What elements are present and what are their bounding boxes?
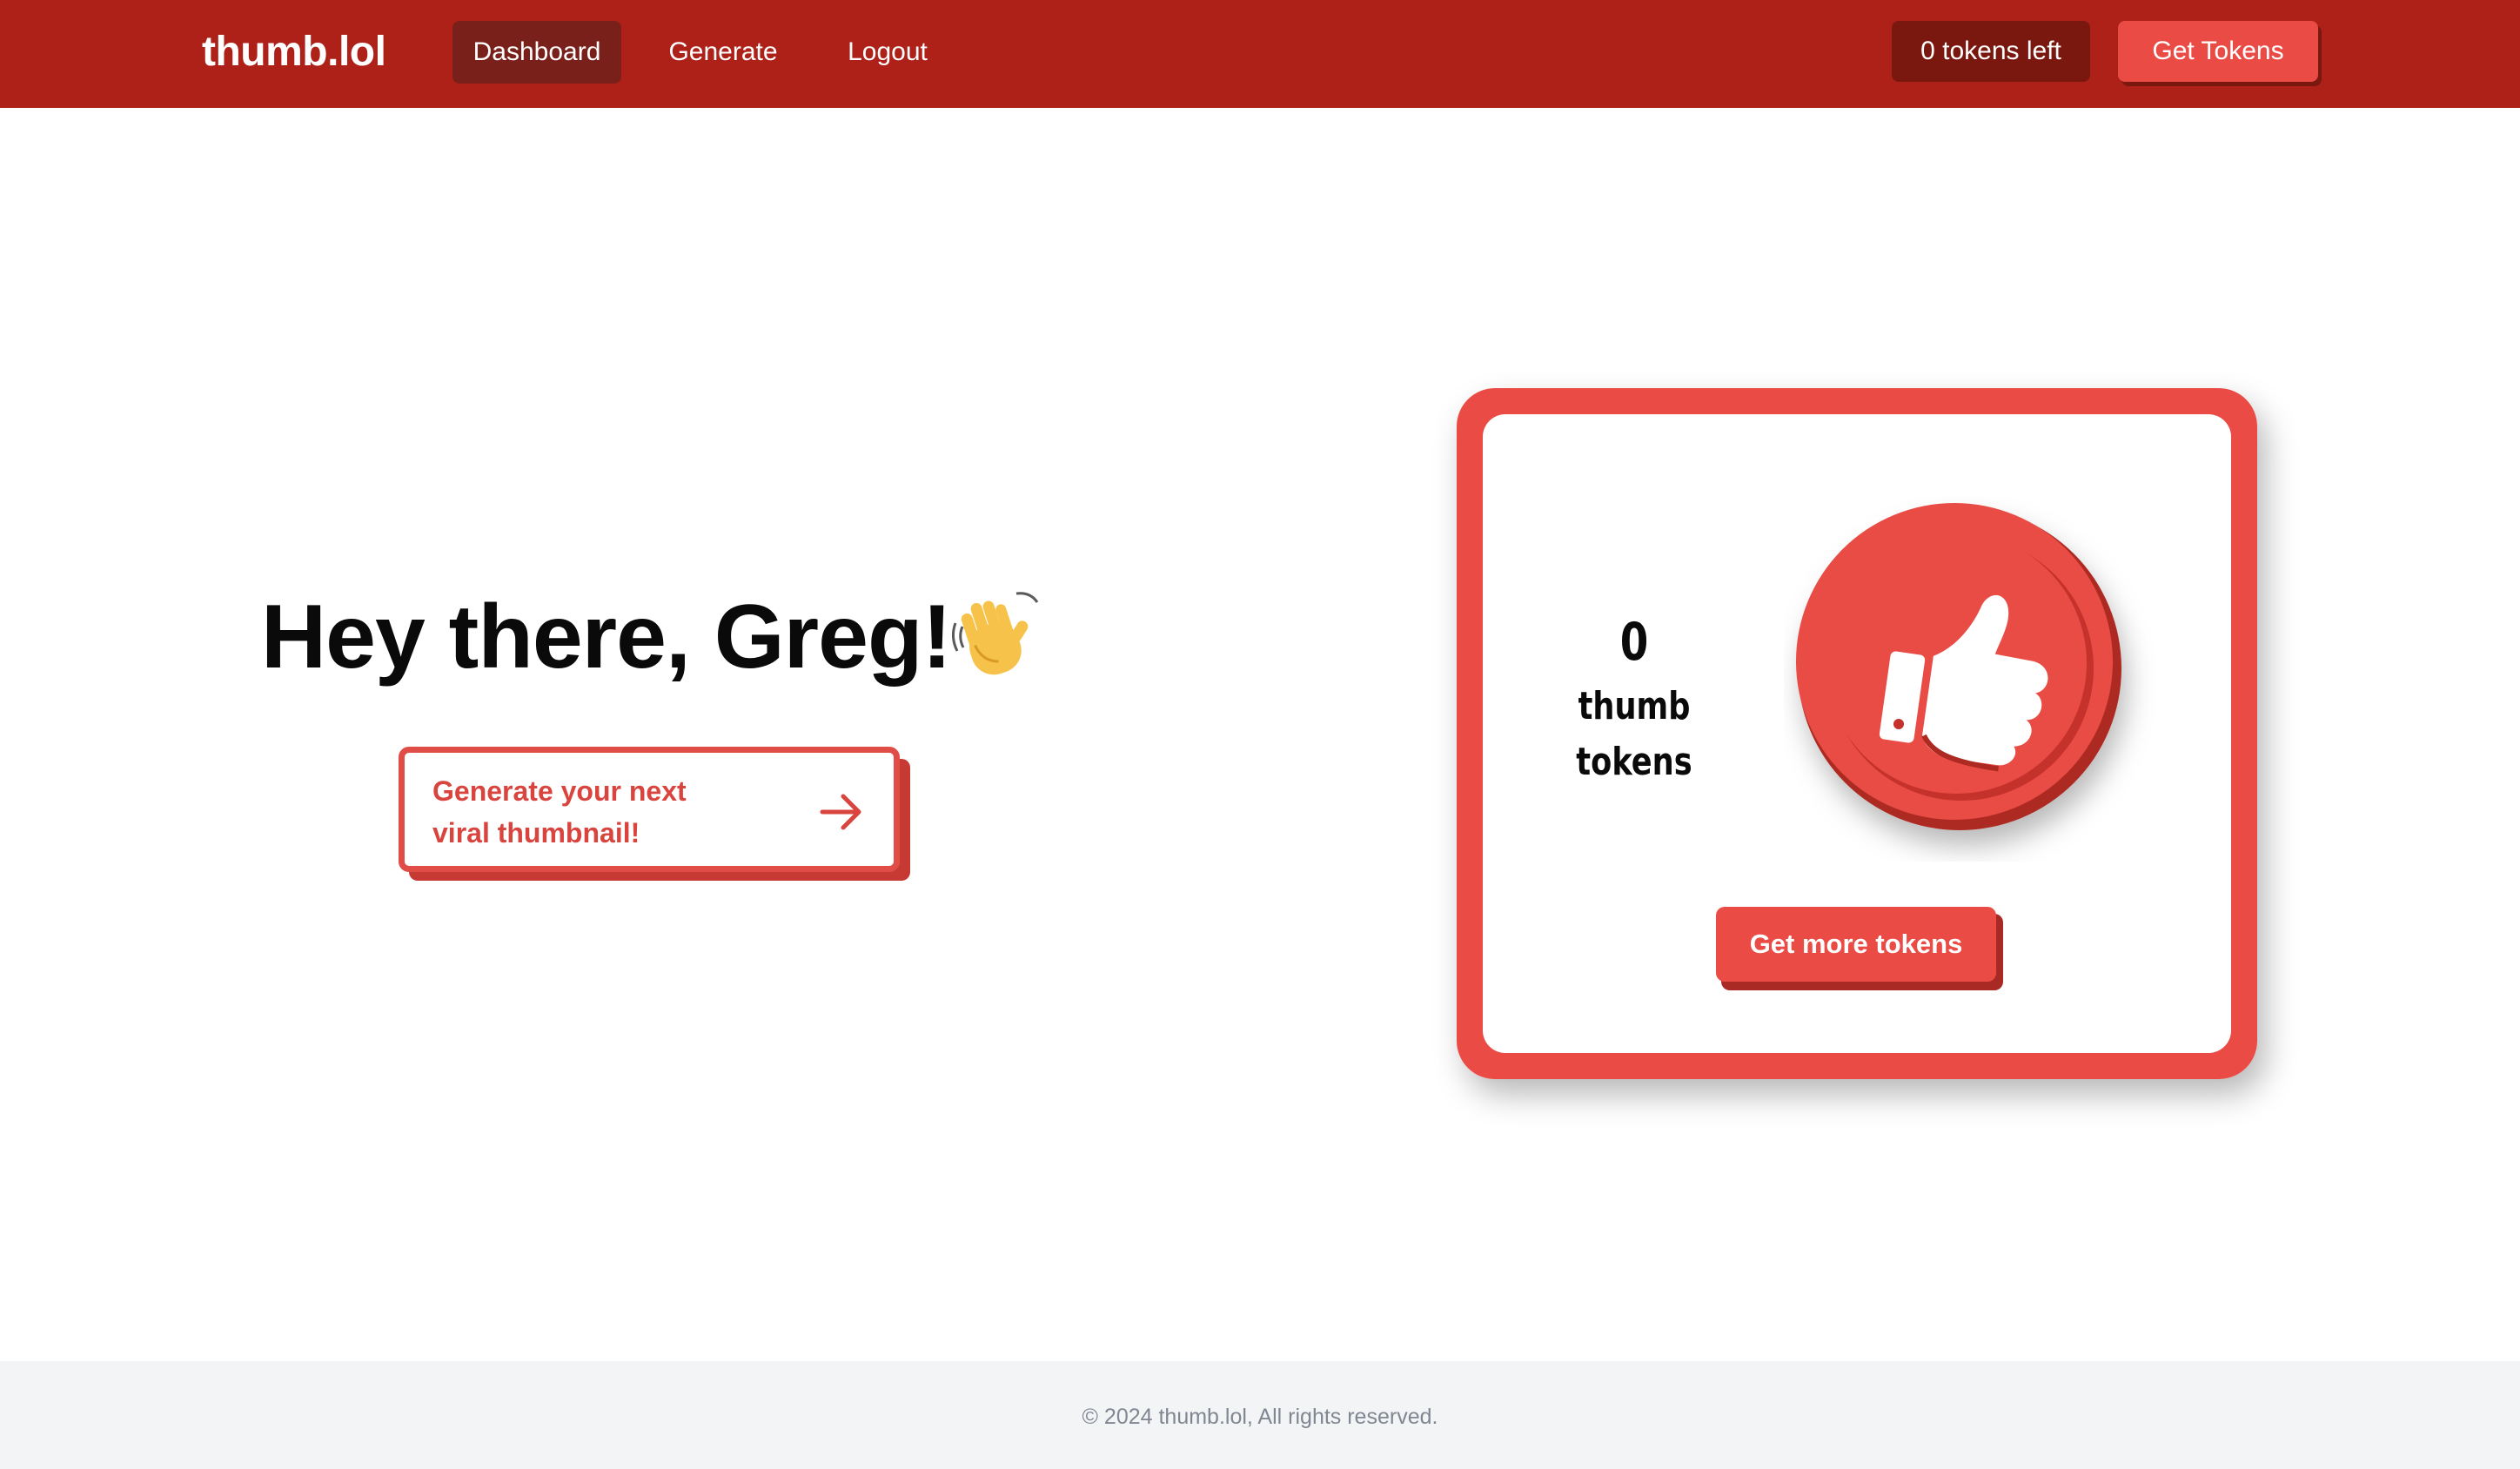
get-tokens-button[interactable]: Get Tokens [2118,21,2318,82]
generate-thumbnail-button[interactable]: Generate your next viral thumbnail! [399,747,900,872]
footer-copyright: © 2024 thumb.lol, All rights reserved. [1082,1405,1438,1429]
footer: © 2024 thumb.lol, All rights reserved. [0,1361,2520,1469]
waving-hand-icon [951,592,1039,675]
cta-label: Generate your next viral thumbnail! [432,775,687,849]
get-more-tokens-button[interactable]: Get more tokens [1716,907,1996,982]
token-count: 0 [1619,612,1649,673]
logo[interactable]: thumb.lol [202,24,386,80]
arrow-right-icon [820,794,861,830]
navbar: thumb.lol Dashboard Generate Logout 0 to… [0,0,2520,108]
nav-generate[interactable]: Generate [649,21,797,84]
thumbs-up-icon [1796,503,2121,830]
tokens-left-badge: 0 tokens left [1892,21,2090,82]
greeting-heading: Hey there, Greg! [261,587,952,688]
nav-dashboard[interactable]: Dashboard [452,21,621,84]
token-label: thumb tokens [1576,684,1692,784]
nav-logout[interactable]: Logout [828,21,947,84]
